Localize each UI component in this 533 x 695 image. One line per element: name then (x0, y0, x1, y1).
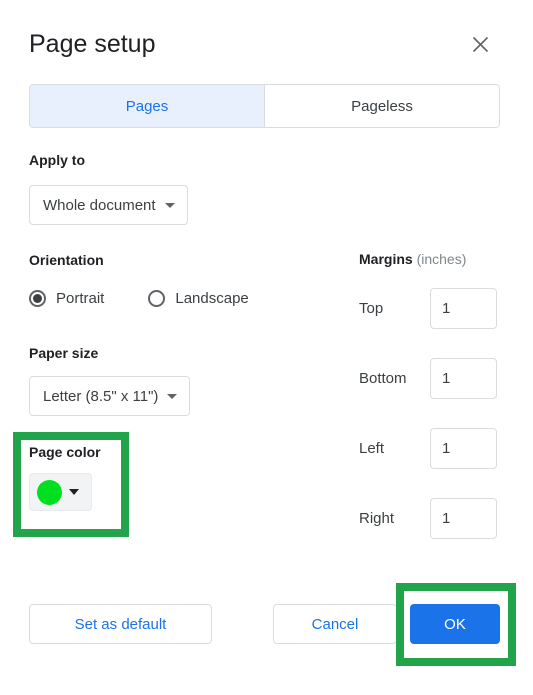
radio-portrait-icon (29, 290, 46, 307)
page-mode-tabs: Pages Pageless (29, 84, 500, 128)
margin-left-input[interactable] (430, 428, 497, 469)
apply-to-dropdown[interactable]: Whole document (29, 185, 188, 225)
chevron-down-icon (167, 393, 178, 399)
set-as-default-button[interactable]: Set as default (29, 604, 212, 644)
margins-unit-text: (inches) (416, 251, 467, 267)
margin-bottom-input[interactable] (430, 358, 497, 399)
cancel-button[interactable]: Cancel (273, 604, 397, 644)
ok-button[interactable]: OK (410, 604, 500, 644)
paper-size-value: Letter (8.5" x 11") (43, 387, 159, 405)
page-title: Page setup (29, 30, 156, 58)
radio-option-landscape[interactable]: Landscape (148, 290, 249, 307)
tab-pageless[interactable]: Pageless (265, 85, 499, 127)
margins-heading: Margins (inches) (359, 251, 466, 267)
radio-option-portrait[interactable]: Portrait (29, 290, 104, 307)
margin-left-label: Left (359, 440, 385, 457)
apply-to-value: Whole document (43, 196, 156, 214)
close-icon[interactable] (466, 30, 494, 58)
radio-landscape-icon (148, 290, 166, 307)
orientation-label: Orientation (29, 252, 104, 268)
tab-pages[interactable]: Pages (30, 85, 265, 127)
page-color-label: Page color (29, 444, 101, 460)
margin-bottom-label: Bottom (359, 370, 407, 387)
chevron-down-icon (69, 489, 79, 495)
margin-right-input[interactable] (430, 498, 497, 539)
margin-top-label: Top (359, 300, 384, 317)
radio-landscape-label: Landscape (175, 290, 249, 307)
apply-to-label: Apply to (29, 152, 85, 168)
page-color-swatch (37, 479, 62, 505)
orientation-radio-group: Portrait Landscape (29, 290, 249, 307)
page-setup-dialog: Page setup Pages Pageless Apply to Whole… (0, 0, 533, 695)
radio-portrait-label: Portrait (56, 290, 105, 307)
paper-size-label: Paper size (29, 345, 99, 361)
chevron-down-icon (164, 202, 175, 208)
margin-top-input[interactable] (430, 288, 497, 329)
page-color-control[interactable] (29, 473, 92, 511)
margin-right-label: Right (359, 510, 395, 527)
margins-title-text: Margins (359, 251, 413, 267)
paper-size-dropdown[interactable]: Letter (8.5" x 11") (29, 376, 191, 416)
